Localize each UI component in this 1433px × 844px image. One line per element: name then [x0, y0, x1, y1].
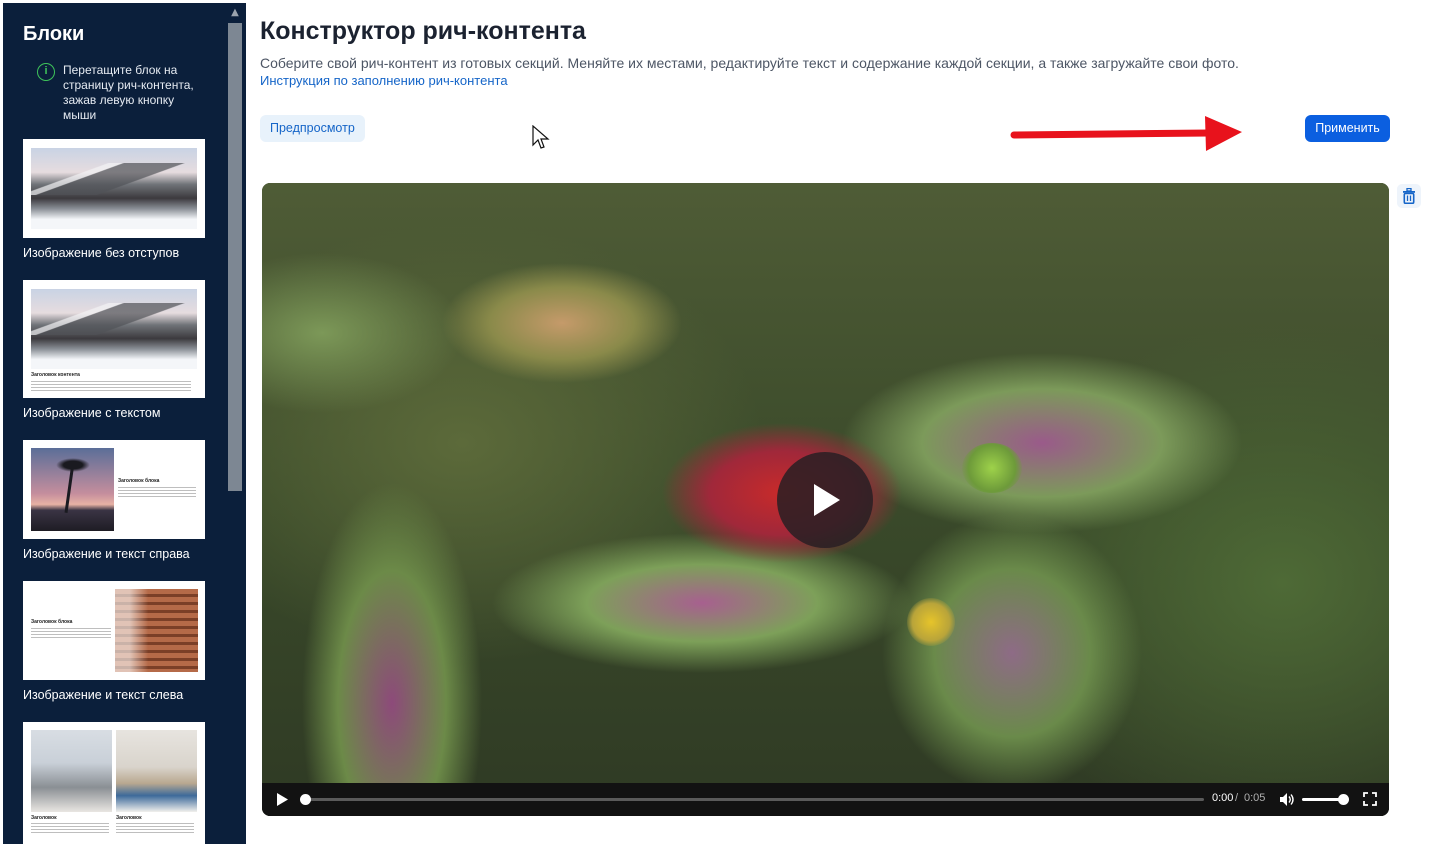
volume-handle[interactable] [1337, 794, 1349, 805]
time-separator: / [1235, 792, 1239, 804]
thumb-text-lines [31, 823, 109, 833]
building-image [115, 589, 198, 672]
video-frame-detail [907, 598, 955, 646]
block-image-text-right[interactable]: Заголовок блока Изображение и текст спра… [23, 440, 205, 561]
block-label: Изображение и текст справа [23, 547, 190, 561]
thumb-text-lines [118, 487, 196, 497]
scroll-up-icon[interactable]: ▲ [228, 5, 242, 21]
apply-button[interactable]: Применить [1305, 115, 1390, 142]
palm-image [31, 448, 114, 531]
living-room-image [116, 730, 197, 812]
volume-icon[interactable] [1279, 792, 1295, 807]
block-thumbnail: Заголовок Заголовок [23, 722, 205, 844]
thumb-title: Заголовок блока [31, 619, 73, 625]
thumb-text-lines [31, 628, 111, 638]
rich-content-editor: Конструктор рич-контента Соберите свой р… [260, 0, 1433, 844]
block-label: Изображение с текстом [23, 406, 161, 420]
block-label: Изображение и текст слева [23, 688, 184, 702]
sidebar-scroll-thumb[interactable] [228, 23, 242, 491]
block-thumbnail: Заголовок блока [23, 440, 205, 539]
info-icon: i [37, 63, 55, 81]
video-controls: 0:00 / 0:05 [262, 783, 1389, 816]
block-label: Изображение без отступов [23, 246, 180, 260]
block-image-with-text[interactable]: Заголовок контента Изображение с текстом [23, 280, 205, 420]
mountain-image [31, 148, 197, 229]
thumb-title: Заголовок контента [31, 372, 80, 378]
current-time: 0:00 [1212, 792, 1234, 804]
block-image-full[interactable]: Изображение без отступов [23, 139, 205, 260]
progress-handle[interactable] [300, 794, 311, 805]
trash-icon[interactable] [1397, 184, 1421, 208]
blocks-sidebar: ▲ Блоки i Перетащите блок на страницу ри… [3, 3, 246, 844]
page-title: Конструктор рич-контента [260, 17, 586, 45]
sidebar-title: Блоки [23, 23, 85, 45]
annotation-arrow [1010, 116, 1242, 151]
block-thumbnail [23, 139, 205, 238]
drag-hint-text: Перетащите блок на страницу рич-контента… [63, 63, 194, 122]
mountain-image [31, 289, 197, 369]
video-player[interactable]: 0:00 / 0:05 [262, 183, 1389, 816]
video-frame-detail [962, 443, 1022, 493]
page-description: Соберите свой рич-контент из готовых сек… [260, 55, 1239, 71]
thumb-title-left: Заголовок [31, 815, 57, 821]
drag-hint: i Перетащите блок на страницу рич-контен… [37, 63, 197, 123]
block-image-text-left[interactable]: Заголовок блока Изображение и текст слев… [23, 581, 205, 702]
fullscreen-icon[interactable] [1363, 792, 1377, 806]
progress-bar[interactable] [302, 798, 1204, 801]
duration: 0:05 [1244, 792, 1266, 804]
block-two-images[interactable]: Заголовок Заголовок [23, 722, 205, 844]
play-icon [814, 484, 840, 516]
block-thumbnail: Заголовок блока [23, 581, 205, 680]
big-play-button[interactable] [777, 452, 873, 548]
thumb-text-lines [116, 823, 194, 833]
block-thumbnail: Заголовок контента [23, 280, 205, 398]
thumb-title-right: Заголовок [116, 815, 142, 821]
mouse-cursor-icon [532, 125, 550, 149]
preview-button[interactable]: Предпросмотр [260, 115, 365, 142]
thumb-text-lines [31, 381, 191, 391]
bathroom-image [31, 730, 112, 812]
thumb-title: Заголовок блока [118, 478, 160, 484]
instructions-link[interactable]: Инструкция по заполнению рич-контента [260, 73, 508, 88]
play-icon[interactable] [276, 793, 288, 806]
